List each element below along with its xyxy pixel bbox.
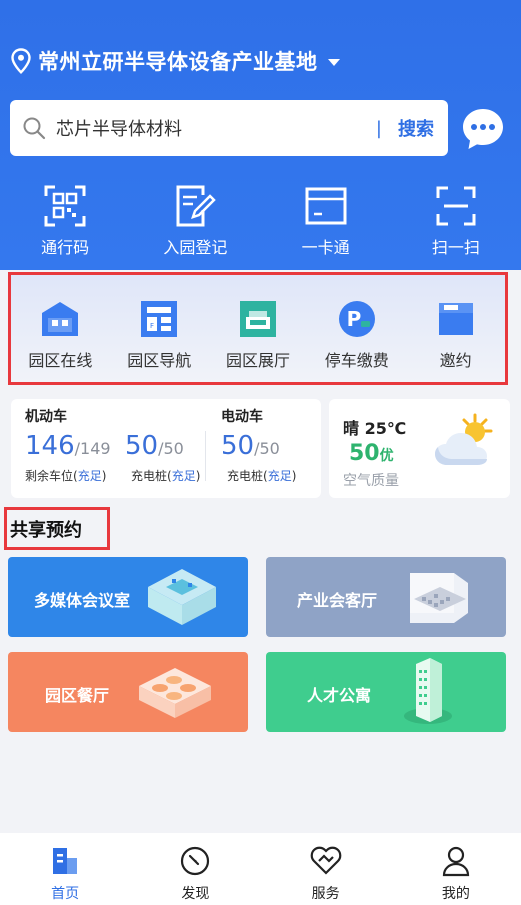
search-icon bbox=[23, 117, 46, 140]
quick-action-pass-code[interactable]: 通行码 bbox=[0, 184, 130, 258]
service-label: 园区导航 bbox=[127, 351, 192, 370]
quick-actions: 通行码 入园登记 一卡通 扫一扫 bbox=[0, 184, 521, 258]
qr-code-icon bbox=[44, 185, 86, 227]
motor-charging-label: 充电桩(充足) bbox=[131, 469, 201, 483]
service-label: 邀约 bbox=[439, 351, 472, 370]
motor-free-spaces: 146/149 bbox=[25, 431, 111, 461]
search-bar[interactable]: 芯片半导体材料 | 搜索 bbox=[10, 100, 448, 156]
home-icon bbox=[53, 848, 78, 874]
compass-icon bbox=[181, 846, 210, 876]
card-industry-lounge[interactable]: 产业会客厅 bbox=[266, 557, 506, 637]
card-multimedia-room[interactable]: 多媒体会议室 bbox=[8, 557, 248, 637]
tab-services[interactable]: 服务 bbox=[261, 833, 391, 905]
hall-icon bbox=[239, 301, 276, 337]
air-quality-value: 50优 bbox=[349, 441, 394, 466]
svg-text:P: P bbox=[346, 307, 361, 331]
electric-vehicle-title: 电动车 bbox=[221, 409, 263, 425]
search-separator: | bbox=[375, 117, 382, 139]
service-label: 园区展厅 bbox=[225, 351, 290, 370]
meeting-room-illustration bbox=[148, 569, 216, 625]
sun-cloud-icon bbox=[435, 413, 493, 465]
quick-action-label: 入园登记 bbox=[163, 238, 228, 257]
register-icon bbox=[176, 185, 217, 227]
svg-text:F: F bbox=[150, 322, 154, 330]
card-label: 多媒体会议室 bbox=[34, 591, 131, 610]
building-icon bbox=[42, 302, 79, 336]
tab-discover[interactable]: 发现 bbox=[130, 833, 260, 905]
invite-icon bbox=[438, 303, 473, 335]
card-talent-apartment[interactable]: 人才公寓 bbox=[266, 652, 506, 732]
service-parking-payment[interactable]: P 停车缴费 bbox=[307, 299, 406, 371]
quick-action-label: 扫一扫 bbox=[431, 238, 480, 257]
motor-charging-piles: 50/50 bbox=[125, 431, 184, 461]
restaurant-illustration bbox=[139, 668, 211, 718]
quick-action-label: 通行码 bbox=[41, 238, 90, 257]
search-input[interactable]: 芯片半导体材料 bbox=[56, 115, 376, 141]
scan-icon bbox=[436, 186, 476, 226]
quick-action-card[interactable]: 一卡通 bbox=[261, 184, 391, 258]
card-label: 园区餐厅 bbox=[45, 686, 110, 705]
lounge-illustration bbox=[410, 573, 468, 623]
tab-home[interactable]: 首页 bbox=[0, 833, 130, 905]
card-park-restaurant[interactable]: 园区餐厅 bbox=[8, 652, 248, 732]
quick-action-scan[interactable]: 扫一扫 bbox=[391, 184, 521, 258]
apartment-illustration bbox=[404, 658, 452, 724]
tab-label: 我的 bbox=[441, 886, 470, 902]
tab-label: 服务 bbox=[311, 886, 340, 902]
search-button[interactable]: 搜索 bbox=[398, 115, 434, 141]
tab-label: 发现 bbox=[181, 886, 210, 902]
service-park-online[interactable]: 园区在线 bbox=[11, 299, 110, 371]
weather-panel[interactable]: 晴 25℃ 50优 空气质量 bbox=[329, 399, 510, 498]
motor-free-label: 剩余车位(充足) bbox=[25, 469, 107, 483]
ev-charging-label: 充电桩(充足) bbox=[227, 469, 297, 483]
quick-action-register[interactable]: 入园登记 bbox=[130, 184, 260, 258]
service-park-navigation[interactable]: F 园区导航 bbox=[110, 299, 209, 371]
quick-action-label: 一卡通 bbox=[301, 238, 350, 257]
user-icon bbox=[442, 846, 469, 877]
ev-charging-piles: 50/50 bbox=[221, 431, 280, 461]
message-icon[interactable] bbox=[460, 106, 506, 152]
chevron-down-icon bbox=[327, 59, 340, 66]
weather-condition: 晴 25℃ bbox=[343, 419, 407, 438]
location-selector[interactable]: 常州立研半导体设备产业基地 bbox=[10, 46, 340, 76]
map-icon: F bbox=[141, 301, 178, 337]
service-invite[interactable]: 邀约 bbox=[406, 299, 505, 371]
tab-bar: 首页 发现 服务 我的 bbox=[0, 833, 521, 905]
service-grid: 园区在线 F 园区导航 园区展厅 P 停车缴费 邀约 bbox=[8, 272, 508, 385]
service-exhibition-hall[interactable]: 园区展厅 bbox=[209, 299, 308, 371]
parking-panel[interactable]: 机动车 146/149 剩余车位(充足) 50/50 充电桩(充足) 电动车 5… bbox=[11, 399, 321, 498]
section-title: 共享预约 bbox=[4, 507, 110, 550]
location-name: 常州立研半导体设备产业基地 bbox=[38, 50, 318, 74]
air-quality-label: 空气质量 bbox=[343, 473, 399, 489]
location-pin-icon bbox=[11, 48, 31, 74]
motor-vehicle-title: 机动车 bbox=[25, 409, 67, 425]
header-area: 常州立研半导体设备产业基地 芯片半导体材料 | 搜索 通行码 入园登记 一卡通 … bbox=[0, 0, 521, 270]
card-label: 人才公寓 bbox=[307, 686, 372, 705]
service-label: 园区在线 bbox=[28, 351, 93, 370]
parking-icon: P bbox=[338, 301, 375, 337]
divider bbox=[205, 431, 206, 481]
heart-handshake-icon bbox=[310, 846, 341, 875]
card-icon bbox=[305, 187, 347, 225]
tab-label: 首页 bbox=[51, 886, 80, 902]
service-label: 停车缴费 bbox=[324, 351, 389, 370]
card-label: 产业会客厅 bbox=[297, 591, 378, 610]
tab-profile[interactable]: 我的 bbox=[391, 833, 521, 905]
